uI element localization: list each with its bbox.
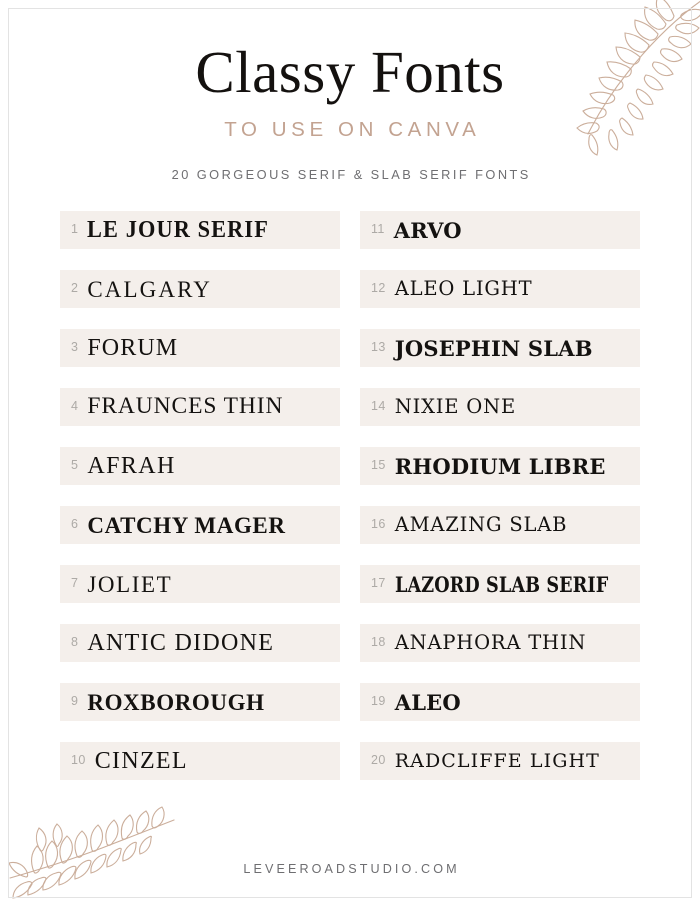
font-list-item-name: AFRAH: [87, 453, 176, 480]
font-list-item-name: CATCHY MAGER: [87, 512, 286, 538]
font-list-item[interactable]: 17 LAZORD SLAB SERIF: [360, 565, 640, 604]
font-list-item-number: 11: [371, 222, 385, 237]
font-list-item-name: JOSEPHIN SLAB: [394, 335, 593, 361]
font-list-item-number: 18: [371, 635, 386, 650]
font-list-item-name: ALEO: [394, 689, 461, 715]
font-list-item-name: JOLIET: [87, 571, 173, 597]
font-list-item-name: LE JOUR SERIF: [87, 217, 270, 244]
font-list-item-number: 4: [71, 399, 79, 414]
font-list-item[interactable]: 3 FORUM: [60, 329, 340, 368]
font-list-item-number: 16: [371, 517, 386, 532]
poster-page: Classy Fonts TO USE ON CANVA 20 GORGEOUS…: [0, 0, 700, 906]
font-list-item-name: FRAUNCES THIN: [87, 393, 284, 420]
font-list-item[interactable]: 11 ARVO: [360, 211, 640, 250]
font-list-left-column: 1 LE JOUR SERIF 2 CALGARY 3 FORUM 4 FRAUNCES TH…: [60, 211, 340, 781]
font-list-item[interactable]: 20 RADCLIFFE LIGHT: [360, 742, 640, 781]
font-list-item-number: 20: [371, 753, 386, 768]
font-list-item-number: 7: [71, 576, 79, 591]
font-list-item-number: 15: [371, 458, 386, 473]
font-list-item[interactable]: 18 ANAPHORA THIN: [360, 624, 640, 663]
font-list-item[interactable]: 2 CALGARY: [60, 270, 340, 309]
font-list-item-name: ARVO: [393, 217, 462, 243]
font-list-item[interactable]: 4 FRAUNCES THIN: [60, 388, 340, 427]
font-list-item-name: ANAPHORA THIN: [394, 631, 587, 655]
font-list: 1 LE JOUR SERIF 2 CALGARY 3 FORUM 4 FRAUNCES TH…: [0, 211, 700, 781]
font-list-item[interactable]: 9 ROXBOROUGH: [60, 683, 340, 722]
fern-frond-bottom-left: [8, 806, 175, 899]
font-list-item-number: 19: [371, 694, 386, 709]
font-list-item-name: RHODIUM LIBRE: [394, 453, 606, 479]
page-title: Classy Fonts: [195, 39, 505, 105]
font-list-item-number: 6: [71, 517, 79, 532]
font-list-item-name: LAZORD SLAB SERIF: [394, 571, 609, 597]
font-list-item-number: 12: [371, 281, 386, 296]
page-kicker: 20 GORGEOUS SERIF & SLAB SERIF FONTS: [171, 167, 531, 183]
font-list-item[interactable]: 16 AMAZING SLAB: [360, 506, 640, 545]
font-list-item[interactable]: 19 ALEO: [360, 683, 640, 722]
font-list-item-name: NIXIE ONE: [394, 395, 516, 419]
font-list-item-name: CALGARY: [87, 276, 212, 302]
font-list-item-number: 14: [371, 399, 386, 414]
font-list-item-number: 1: [71, 222, 79, 237]
font-list-item[interactable]: 5 AFRAH: [60, 447, 340, 486]
font-list-item-name: ROXBOROUGH: [87, 689, 265, 715]
font-list-item[interactable]: 1 LE JOUR SERIF: [60, 211, 340, 250]
font-list-item[interactable]: 14 NIXIE ONE: [360, 388, 640, 427]
font-list-item-name: ALEO LIGHT: [394, 277, 533, 301]
font-list-item-number: 2: [71, 281, 79, 296]
font-list-right-column: 11 ARVO 12 ALEO LIGHT 13 JOSEPHIN SLAB 14 NIXIE…: [360, 211, 640, 781]
font-list-item-name: FORUM: [87, 335, 179, 362]
page-subtitle: TO USE ON CANVA: [224, 118, 481, 142]
font-list-item-number: 17: [371, 576, 386, 591]
font-list-item[interactable]: 12 ALEO LIGHT: [360, 270, 640, 309]
font-list-item-number: 10: [71, 753, 86, 768]
font-list-item[interactable]: 10 CINZEL: [60, 742, 340, 781]
font-list-item-name: ANTIC DIDONE: [87, 630, 275, 657]
font-list-item[interactable]: 15 RHODIUM LIBRE: [360, 447, 640, 486]
font-list-item-name: CINZEL: [94, 748, 188, 775]
font-list-item-number: 5: [71, 458, 79, 473]
font-list-item-number: 8: [71, 635, 79, 650]
font-list-item[interactable]: 7 JOLIET: [60, 565, 340, 604]
font-list-item[interactable]: 8 ANTIC DIDONE: [60, 624, 340, 663]
font-list-item[interactable]: 13 JOSEPHIN SLAB: [360, 329, 640, 368]
poster-header: Classy Fonts TO USE ON CANVA 20 GORGEOUS…: [0, 0, 700, 182]
poster-footer: LEVEEROADSTUDIO.COM: [0, 862, 700, 876]
font-list-item-number: 9: [71, 694, 79, 709]
font-list-item-number: 13: [371, 340, 386, 355]
font-list-item[interactable]: 6 CATCHY MAGER: [60, 506, 340, 545]
font-list-item-number: 3: [71, 340, 79, 355]
font-list-item-name: AMAZING SLAB: [394, 513, 568, 537]
footer-website: LEVEEROADSTUDIO.COM: [243, 862, 460, 876]
font-list-item-name: RADCLIFFE LIGHT: [394, 749, 600, 772]
